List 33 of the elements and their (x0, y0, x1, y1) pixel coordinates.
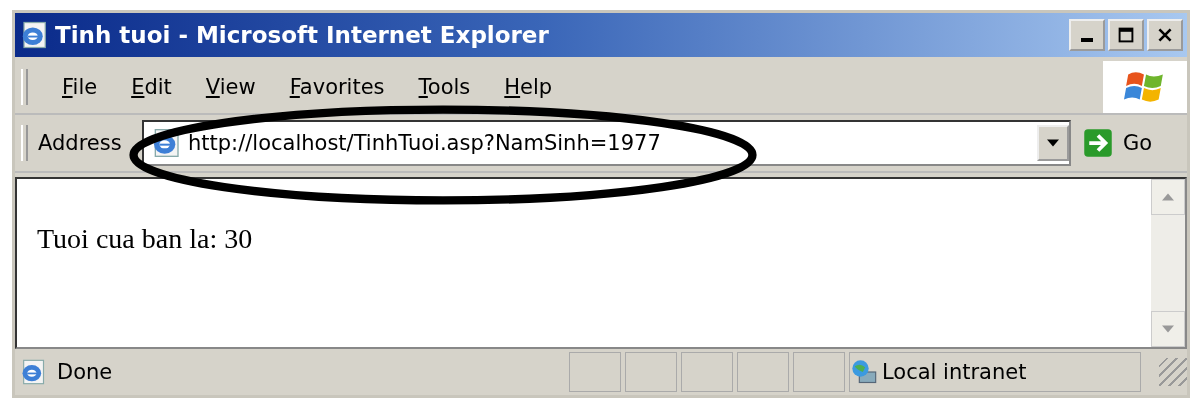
resize-grip-icon (1159, 358, 1187, 386)
page-text: Tuoi cua ban la: 30 (37, 223, 254, 255)
menu-item[interactable]: Tools (418, 75, 471, 99)
status-text: Done (57, 360, 113, 384)
dropdown-button[interactable] (1037, 125, 1069, 161)
caret-icon (1047, 139, 1059, 147)
minimize-icon (1081, 38, 1093, 42)
close-icon (1157, 27, 1173, 43)
menu-item[interactable]: Edit (131, 75, 172, 99)
close-button[interactable] (1147, 19, 1183, 51)
menu-item[interactable]: File (62, 75, 98, 99)
status-pane (737, 352, 789, 392)
status-pane (793, 352, 845, 392)
status-pane (681, 352, 733, 392)
minimize-button[interactable] (1069, 19, 1105, 51)
address-field[interactable]: http://localhost/TinhTuoi.asp?NamSinh=1977 (142, 120, 1071, 166)
go-button[interactable]: Go (1077, 128, 1187, 158)
status-pane (625, 352, 677, 392)
windows-logo-icon (1103, 61, 1187, 113)
toolbar-grip (21, 125, 28, 161)
address-label: Address (37, 131, 123, 155)
down-arrow-icon (1162, 325, 1174, 333)
status-pane (569, 352, 621, 392)
menu-item[interactable]: View (205, 75, 256, 99)
toolbar-grip (21, 69, 28, 105)
window-title: Tinh tuoi - Microsoft Internet Explorer (55, 22, 550, 48)
zone-text: Local intranet (882, 360, 1027, 384)
up-arrow-icon (1162, 193, 1174, 201)
menu-item[interactable]: Help (504, 75, 553, 99)
network-globe-icon (850, 358, 878, 386)
maximize-icon (1118, 27, 1134, 43)
menu-item[interactable]: Favorites (289, 75, 385, 99)
maximize-button[interactable] (1108, 19, 1144, 51)
